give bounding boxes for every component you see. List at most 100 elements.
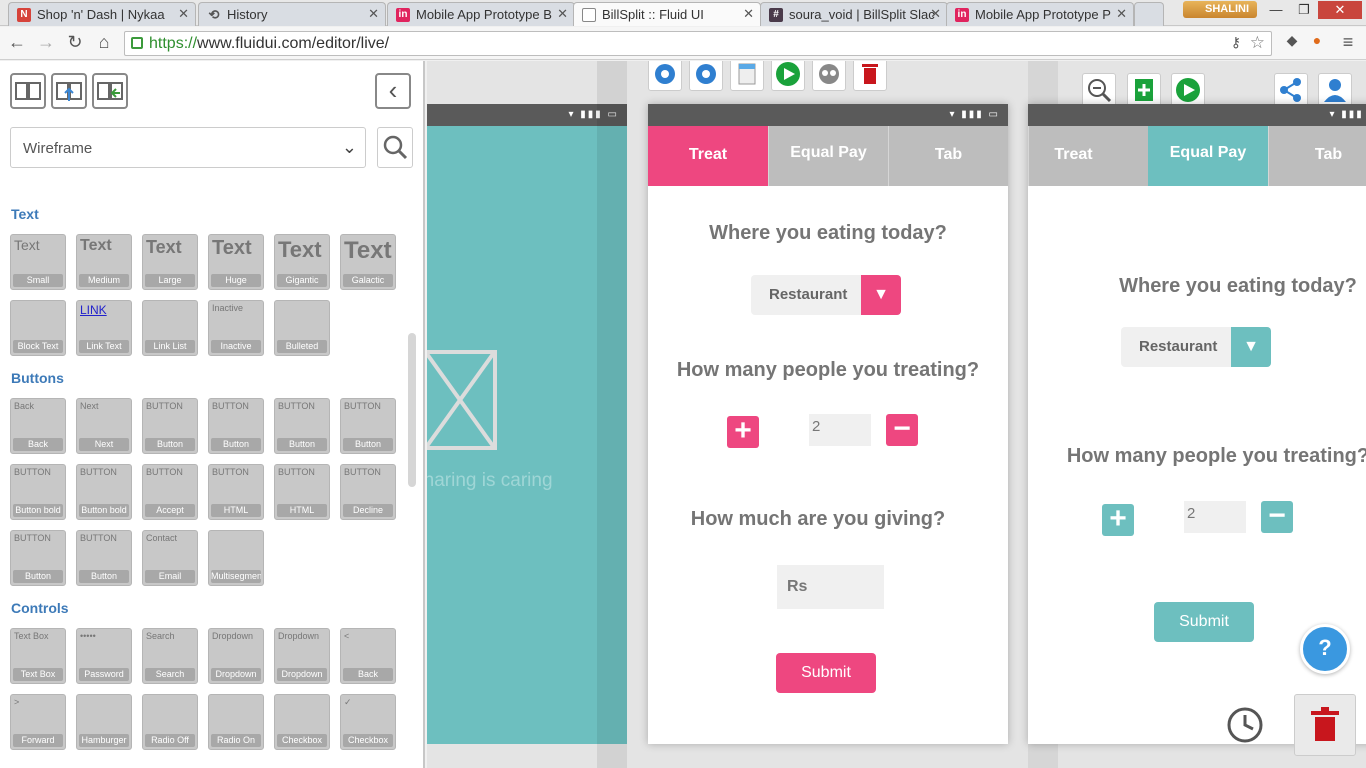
text-widget[interactable]: Block Text bbox=[10, 300, 66, 356]
button-widget[interactable]: BUTTON Button bbox=[142, 398, 198, 454]
screen-main[interactable]: ▾ ▮▮▮ ▭ Treat Equal Pay Tab Where you ea… bbox=[648, 104, 1008, 744]
home-icon[interactable]: ⌂ bbox=[92, 32, 116, 53]
tab-treat[interactable]: Treat bbox=[648, 126, 768, 186]
close-icon[interactable]: ✕ bbox=[743, 6, 754, 22]
submit-button[interactable]: Submit bbox=[776, 653, 876, 693]
eye-icon[interactable] bbox=[689, 61, 723, 91]
button-widget[interactable]: BUTTON Button bold bbox=[10, 464, 66, 520]
delete-button[interactable] bbox=[1294, 694, 1356, 756]
history-icon[interactable] bbox=[1223, 703, 1267, 747]
button-widget[interactable]: Back Back bbox=[10, 398, 66, 454]
book-import-icon[interactable] bbox=[92, 73, 128, 109]
star-icon[interactable]: ☆ bbox=[1250, 33, 1265, 53]
restaurant-dropdown[interactable]: Restaurant ▼ bbox=[751, 275, 901, 315]
button-widget[interactable]: BUTTON Accept bbox=[142, 464, 198, 520]
control-widget[interactable]: > Forward bbox=[10, 694, 66, 750]
button-widget[interactable]: Next Next bbox=[76, 398, 132, 454]
library-dropdown[interactable]: Wireframe ⌄ bbox=[10, 127, 366, 168]
control-widget[interactable]: < Back bbox=[340, 628, 396, 684]
book-export-icon[interactable] bbox=[51, 73, 87, 109]
button-widget[interactable]: BUTTON Decline bbox=[340, 464, 396, 520]
page-template-icon[interactable] bbox=[730, 61, 764, 91]
close-icon[interactable]: ✕ bbox=[1116, 6, 1127, 22]
reload-icon[interactable]: ↻ bbox=[63, 32, 87, 53]
trash-icon[interactable] bbox=[853, 61, 887, 91]
add-screen-icon[interactable] bbox=[1127, 73, 1161, 107]
browser-tab[interactable]: in Mobile App Prototype P ✕ bbox=[946, 2, 1134, 26]
close-icon[interactable]: ✕ bbox=[930, 6, 941, 22]
minimize-icon[interactable]: — bbox=[1262, 1, 1290, 19]
play-icon[interactable] bbox=[771, 61, 805, 91]
text-widget[interactable]: Text Galactic bbox=[340, 234, 396, 290]
control-widget[interactable]: Dropdown Dropdown bbox=[274, 628, 330, 684]
people-count-field[interactable]: 2 bbox=[809, 414, 871, 446]
text-widget[interactable]: Inactive Inactive bbox=[208, 300, 264, 356]
browser-tab[interactable]: N Shop 'n' Dash | Nykaa ✕ bbox=[8, 2, 196, 26]
close-icon[interactable]: ✕ bbox=[368, 6, 379, 22]
control-widget[interactable]: Checkbox bbox=[274, 694, 330, 750]
control-widget[interactable]: Dropdown Dropdown bbox=[208, 628, 264, 684]
design-canvas[interactable]: ▾ ▮▮▮ ▭ Sharing is caring ▾ ▮▮▮ ▭ Treat … bbox=[427, 61, 1366, 768]
text-widget[interactable]: Text Gigantic bbox=[274, 234, 330, 290]
restaurant-dropdown[interactable]: Restaurant ▼ bbox=[1121, 327, 1271, 367]
close-icon[interactable]: ✕ bbox=[557, 6, 568, 22]
profile-badge[interactable]: SHALINI bbox=[1183, 1, 1257, 18]
share-icon[interactable] bbox=[1274, 73, 1308, 107]
key-icon[interactable]: ⚷ bbox=[1231, 34, 1241, 51]
close-window-icon[interactable]: ✕ bbox=[1318, 1, 1362, 19]
text-widget[interactable]: Link List bbox=[142, 300, 198, 356]
url-input[interactable]: https://www.fluidui.com/editor/live/ ☆ ⚷ bbox=[124, 31, 1272, 56]
book-icon[interactable] bbox=[10, 73, 46, 109]
search-button[interactable] bbox=[377, 127, 413, 168]
text-widget[interactable]: Text Huge bbox=[208, 234, 264, 290]
tab-equal-pay[interactable]: Equal Pay bbox=[1148, 126, 1268, 186]
submit-button[interactable]: Submit bbox=[1154, 602, 1254, 642]
button-widget[interactable]: Contact Email bbox=[142, 530, 198, 586]
text-widget[interactable]: Text Large bbox=[142, 234, 198, 290]
text-widget[interactable]: Text Small bbox=[10, 234, 66, 290]
button-widget[interactable]: BUTTON HTML bbox=[208, 464, 264, 520]
button-widget[interactable]: BUTTON Button bbox=[274, 398, 330, 454]
browser-tab-active[interactable]: BillSplit :: Fluid UI ✕ bbox=[573, 2, 761, 26]
new-tab-button[interactable] bbox=[1134, 2, 1164, 26]
back-arrow-icon[interactable]: ← bbox=[5, 32, 29, 53]
button-widget[interactable]: BUTTON Button bold bbox=[76, 464, 132, 520]
forward-arrow-icon[interactable]: → bbox=[34, 32, 58, 53]
button-widget[interactable]: Multisegmen bbox=[208, 530, 264, 586]
menu-icon[interactable]: ≡ bbox=[1336, 32, 1360, 53]
tab-equal-pay[interactable]: Equal Pay bbox=[768, 126, 888, 186]
button-widget[interactable]: BUTTON Button bbox=[340, 398, 396, 454]
tab-tab[interactable]: Tab bbox=[888, 126, 1008, 186]
people-count-field[interactable]: 2 bbox=[1184, 501, 1246, 533]
scrollbar-thumb[interactable] bbox=[408, 333, 416, 487]
control-widget[interactable]: ••••• Password bbox=[76, 628, 132, 684]
play-icon[interactable] bbox=[1171, 73, 1205, 107]
button-widget[interactable]: BUTTON HTML bbox=[274, 464, 330, 520]
control-widget[interactable]: Radio On bbox=[208, 694, 264, 750]
control-widget[interactable]: Radio Off bbox=[142, 694, 198, 750]
control-widget[interactable]: ✓ Checkbox bbox=[340, 694, 396, 750]
browser-tab[interactable]: ⟲ History ✕ bbox=[198, 2, 386, 26]
text-widget[interactable]: Text Medium bbox=[76, 234, 132, 290]
tab-treat[interactable]: Treat bbox=[1028, 126, 1148, 186]
browser-tab[interactable]: # soura_void | BillSplit Slac ✕ bbox=[760, 2, 948, 26]
control-widget[interactable]: Search Search bbox=[142, 628, 198, 684]
plus-icon[interactable]: + bbox=[1102, 504, 1134, 536]
user-test-icon[interactable] bbox=[812, 61, 846, 91]
extension-icon[interactable]: ◆ bbox=[1280, 32, 1304, 49]
control-widget[interactable]: Hamburger bbox=[76, 694, 132, 750]
settings-icon[interactable] bbox=[648, 61, 682, 91]
zoom-out-icon[interactable] bbox=[1082, 73, 1116, 107]
browser-tab[interactable]: in Mobile App Prototype B ✕ bbox=[387, 2, 575, 26]
maximize-icon[interactable]: ❐ bbox=[1290, 1, 1318, 19]
button-widget[interactable]: BUTTON Button bbox=[10, 530, 66, 586]
button-widget[interactable]: BUTTON Button bbox=[208, 398, 264, 454]
minus-icon[interactable]: − bbox=[886, 414, 918, 446]
text-widget[interactable]: LINK Link Text bbox=[76, 300, 132, 356]
minus-icon[interactable]: − bbox=[1261, 501, 1293, 533]
close-icon[interactable]: ✕ bbox=[178, 6, 189, 22]
amount-field[interactable]: Rs bbox=[777, 565, 884, 609]
help-chat-button[interactable]: ? bbox=[1300, 624, 1350, 674]
button-widget[interactable]: BUTTON Button bbox=[76, 530, 132, 586]
user-account-icon[interactable] bbox=[1318, 73, 1352, 107]
